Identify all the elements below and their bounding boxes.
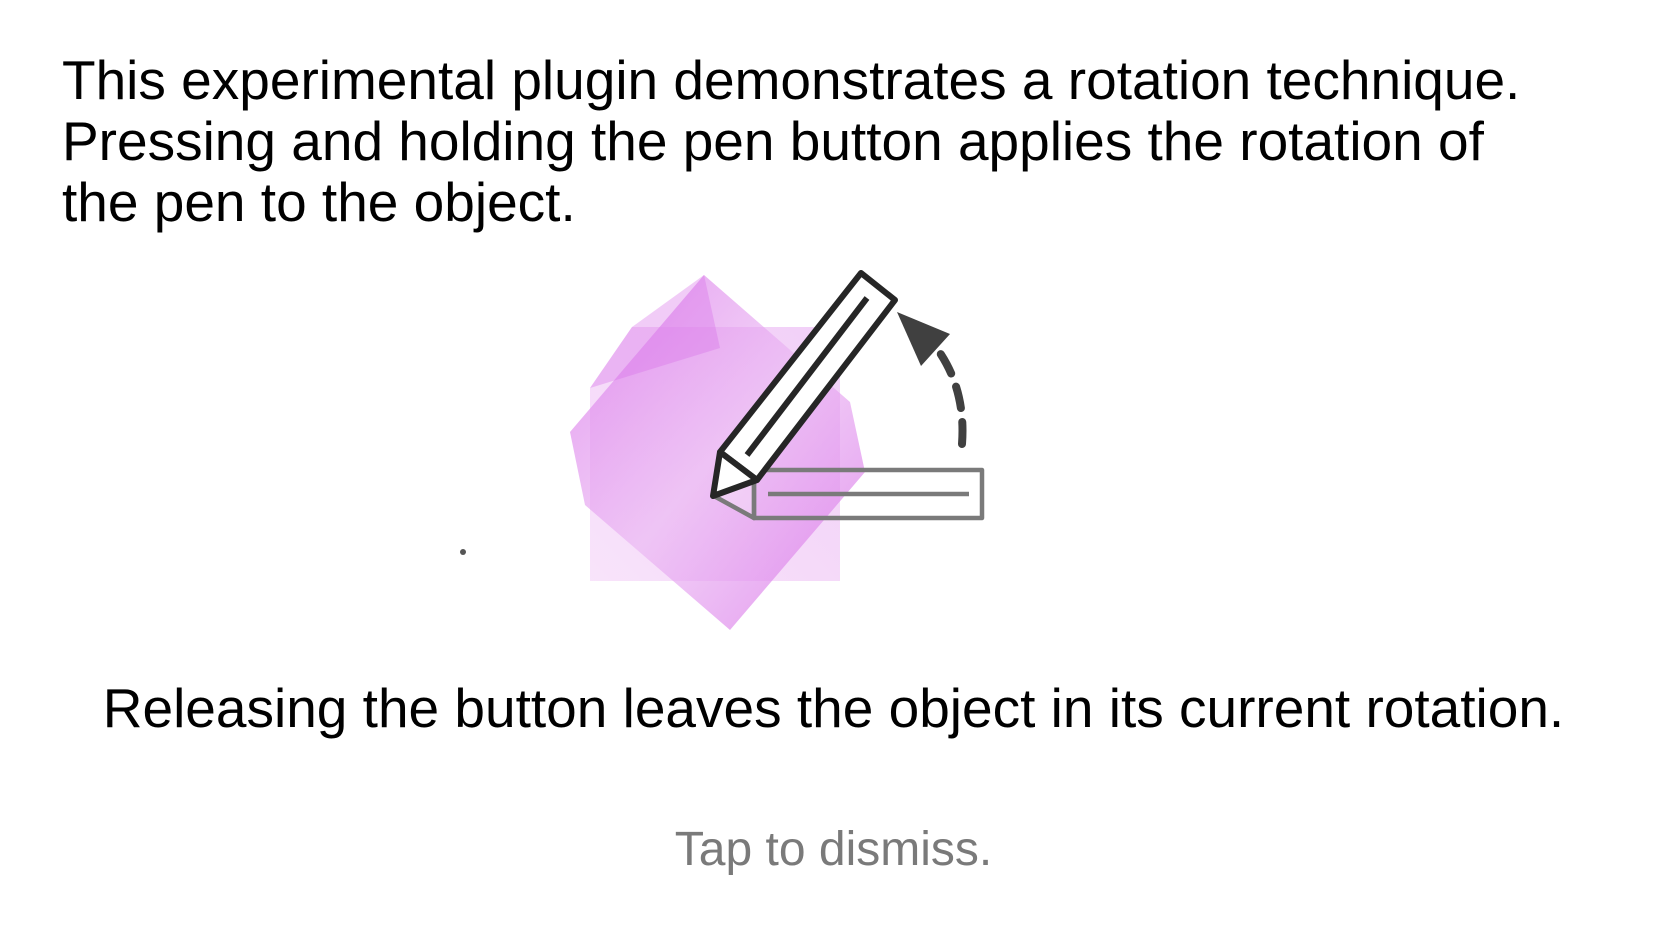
pointer-dot xyxy=(460,549,466,555)
rotation-arrow-icon xyxy=(897,312,967,448)
rotation-illustration xyxy=(460,270,985,630)
release-text: Releasing the button leaves the object i… xyxy=(102,677,1565,739)
dismiss-button[interactable]: Tap to dismiss. xyxy=(0,822,1667,878)
